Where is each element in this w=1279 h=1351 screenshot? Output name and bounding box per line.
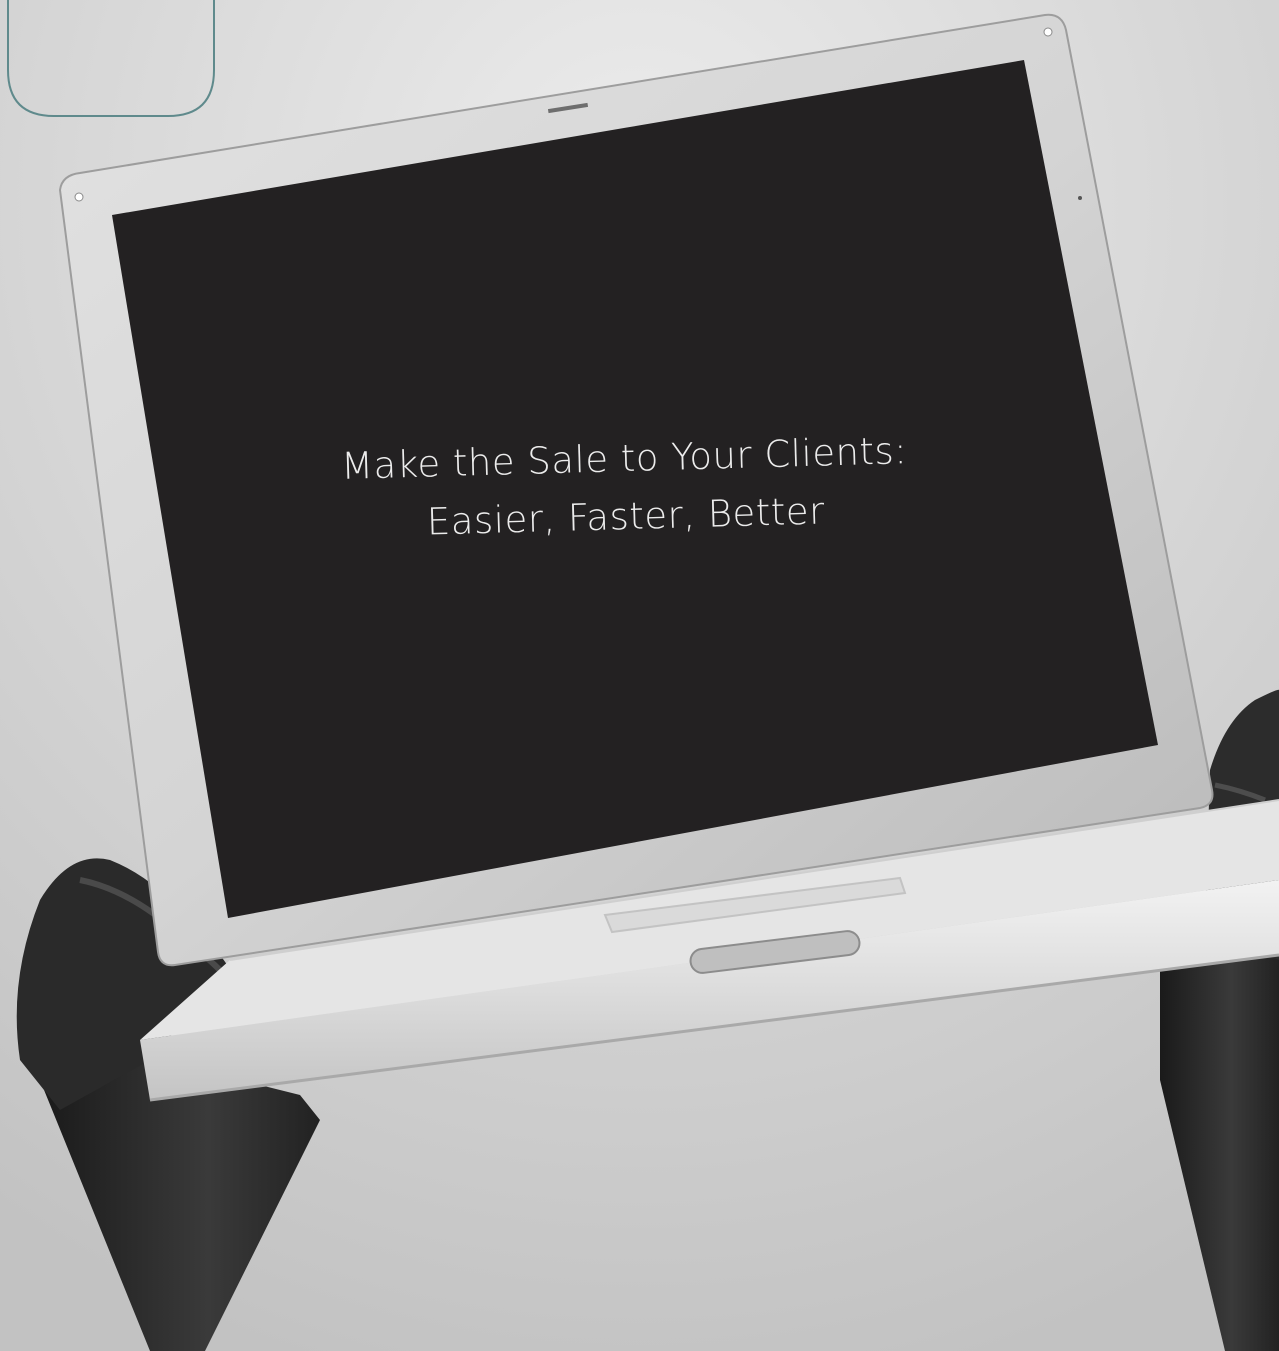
photo-page: Make the Sale to Your Clients: Easier, F…	[0, 0, 1279, 1351]
screen-headline: Make the Sale to Your Clients: Easier, F…	[244, 419, 1007, 556]
laptop-photo	[0, 0, 1279, 1351]
